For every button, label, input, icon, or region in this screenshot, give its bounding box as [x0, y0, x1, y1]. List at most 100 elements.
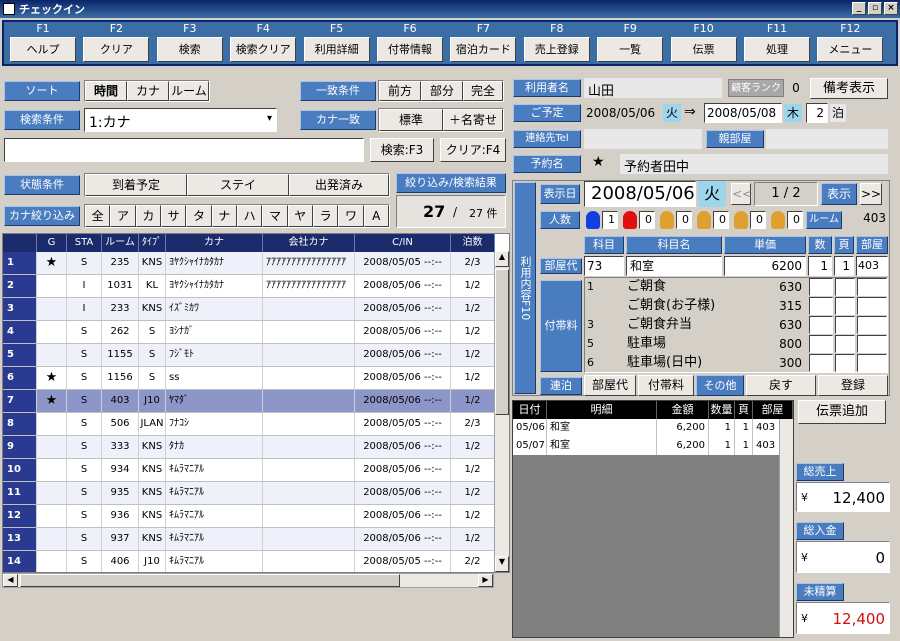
kana-filter-11[interactable]: A — [363, 205, 389, 227]
room-fee-qty[interactable]: 1 — [808, 256, 832, 276]
col-header-company-kana[interactable]: 会社カナ — [263, 234, 355, 252]
table-row[interactable]: 13 S 937 KNS ｷﾑﾗﾏﾆｱﾙ 2008/05/06 --:-- 1/2 — [3, 528, 495, 551]
slip-header-amount[interactable]: 金額 — [657, 401, 709, 419]
search-input[interactable] — [4, 138, 364, 162]
table-row[interactable]: 12 S 936 KNS ｷﾑﾗﾏﾆｱﾙ 2008/05/06 --:-- 1/2 — [3, 505, 495, 528]
table-row[interactable]: 7 ★ S 403 J10 ﾔﾏﾀﾞ 2008/05/06 --:-- 1/2 — [3, 390, 495, 413]
col-header-checkin[interactable]: C/IN — [355, 234, 451, 252]
vertical-scrollbar[interactable]: ▲ ▼ — [494, 251, 509, 572]
extra-page-input[interactable] — [835, 316, 855, 334]
col-header-row-num[interactable] — [3, 234, 37, 252]
scroll-down-icon[interactable]: ▼ — [495, 556, 509, 572]
fkey-button-7[interactable]: 宿泊カード — [450, 37, 517, 62]
people-count-4[interactable]: 0 — [750, 211, 766, 229]
room-fee-code[interactable]: 73 — [584, 256, 624, 276]
fkey-button-9[interactable]: 一覧 — [597, 37, 664, 62]
table-row[interactable]: 3 I 233 KNS ｲｽﾞﾐｶﾜ 2008/05/06 --:-- 1/2 — [3, 298, 495, 321]
slip-header-desc[interactable]: 明細 — [547, 401, 657, 419]
extra-page-input[interactable] — [835, 335, 855, 353]
extra-qty-input[interactable] — [809, 335, 833, 353]
status-departed-button[interactable]: 出発済み — [289, 174, 389, 196]
slip-row[interactable]: 05/07 和室 6,200 1 1 403 — [513, 437, 793, 455]
h-scroll-thumb[interactable] — [20, 574, 400, 587]
table-row[interactable]: 14 S 406 J10 ｷﾑﾗﾏﾆｱﾙ 2008/05/05 --:-- 2/2 — [3, 551, 495, 572]
table-row[interactable]: 11 S 935 KNS ｷﾑﾗﾏﾆｱﾙ 2008/05/06 --:-- 1/2 — [3, 482, 495, 505]
kana-filter-6[interactable]: ハ — [236, 205, 263, 227]
maximize-button[interactable]: ▫ — [868, 2, 882, 15]
tab-other[interactable]: その他 — [696, 375, 744, 396]
clear-button[interactable]: クリア:F4 — [440, 138, 506, 162]
scroll-thumb[interactable] — [495, 269, 509, 415]
fkey-button-3[interactable]: 検索 — [156, 37, 223, 62]
extra-room-input[interactable] — [857, 335, 887, 353]
col-header-room[interactable]: ルーム — [102, 234, 139, 252]
extra-page-input[interactable] — [835, 354, 855, 372]
kana-filter-1[interactable]: ア — [110, 205, 136, 227]
sort-room-button[interactable]: ルーム — [169, 81, 209, 101]
match-prefix-button[interactable]: 前方 — [379, 81, 421, 101]
match-exact-button[interactable]: 完全 — [463, 81, 503, 101]
chevron-down-icon[interactable]: ▾ — [267, 113, 272, 124]
slip-row[interactable]: 05/06 和室 6,200 1 1 403 — [513, 419, 793, 437]
fkey-button-12[interactable]: メニュー — [817, 37, 884, 62]
search-button[interactable]: 検索:F3 — [370, 138, 434, 162]
room-fee-page[interactable]: 1 — [834, 256, 854, 276]
extra-qty-input[interactable] — [809, 297, 833, 315]
kana-filter-3[interactable]: サ — [160, 205, 187, 227]
scroll-up-icon[interactable]: ▲ — [495, 251, 509, 267]
sort-time-button[interactable]: 時間 — [85, 81, 127, 101]
people-count-1[interactable]: 0 — [639, 211, 655, 229]
kana-merge-button[interactable]: ＋名寄せ — [443, 109, 503, 131]
table-row[interactable]: 2 I 1031 KL ﾖﾔｸｼｬｲﾅｶﾀｶﾅ ｱｱｱｱｱｱｱｱｱｱｱｱｱｱｱｱ 2008/… — [3, 275, 495, 298]
minimize-button[interactable]: _ — [852, 2, 866, 15]
close-button[interactable]: × — [884, 2, 898, 15]
kana-filter-5[interactable]: ナ — [211, 205, 237, 227]
extra-qty-input[interactable] — [809, 316, 833, 334]
col-header-group[interactable]: G — [37, 234, 67, 252]
add-slip-button[interactable]: 伝票追加 — [798, 400, 886, 424]
sort-kana-button[interactable]: カナ — [127, 81, 169, 101]
people-count-3[interactable]: 0 — [713, 211, 729, 229]
status-stay-button[interactable]: ステイ — [187, 174, 289, 196]
extra-qty-input[interactable] — [809, 354, 833, 372]
horizontal-scrollbar[interactable]: ◀ ▶ — [2, 573, 494, 588]
kana-filter-2[interactable]: カ — [135, 205, 161, 227]
show-button[interactable]: 表示 — [821, 183, 857, 205]
kana-filter-4[interactable]: タ — [186, 205, 212, 227]
register-button[interactable]: 登録 — [818, 375, 888, 396]
col-header-type[interactable]: ﾀｲﾌﾟ — [139, 234, 166, 252]
people-count-5[interactable]: 0 — [787, 211, 803, 229]
kana-filter-9[interactable]: ラ — [312, 205, 339, 227]
extra-room-input[interactable] — [857, 354, 887, 372]
slip-header-qty[interactable]: 数量 — [709, 401, 735, 419]
table-row[interactable]: 4 S 262 S ﾖｼﾅｶﾞ 2008/05/06 --:-- 1/2 — [3, 321, 495, 344]
match-partial-button[interactable]: 部分 — [421, 81, 463, 101]
extra-page-input[interactable] — [835, 297, 855, 315]
extra-qty-input[interactable] — [809, 278, 833, 296]
slip-header-page[interactable]: 頁 — [735, 401, 753, 419]
kana-filter-0[interactable]: 全 — [85, 205, 111, 227]
nights-input[interactable]: 2 — [806, 103, 828, 123]
col-header-nights[interactable]: 泊数 — [451, 234, 495, 252]
fkey-button-11[interactable]: 処理 — [744, 37, 810, 62]
extra-room-input[interactable] — [857, 297, 887, 315]
status-arriving-button[interactable]: 到着予定 — [85, 174, 187, 196]
scroll-left-icon[interactable]: ◀ — [3, 574, 18, 587]
extra-page-input[interactable] — [835, 278, 855, 296]
kana-filter-10[interactable]: ワ — [338, 205, 364, 227]
fkey-button-10[interactable]: 伝票 — [670, 37, 737, 62]
table-row[interactable]: 5 S 1155 S ﾌｼﾞﾓﾄ 2008/05/06 --:-- 1/2 — [3, 344, 495, 367]
memo-display-button[interactable]: 備考表示 — [810, 78, 888, 99]
scroll-right-icon[interactable]: ▶ — [478, 574, 493, 587]
people-count-2[interactable]: 0 — [676, 211, 692, 229]
fkey-button-6[interactable]: 付帯情報 — [377, 37, 443, 62]
prev-page-button[interactable]: << — [731, 183, 752, 205]
slip-scrollbar[interactable] — [779, 419, 793, 637]
fkey-button-2[interactable]: クリア — [83, 37, 150, 62]
kana-filter-7[interactable]: マ — [262, 205, 288, 227]
fkey-button-8[interactable]: 売上登録 — [523, 37, 590, 62]
display-date-input[interactable]: 2008/05/06 — [584, 181, 696, 207]
next-page-button[interactable]: >> — [860, 183, 882, 205]
extra-room-input[interactable] — [857, 278, 887, 296]
fkey-button-4[interactable]: 検索クリア — [230, 37, 297, 62]
